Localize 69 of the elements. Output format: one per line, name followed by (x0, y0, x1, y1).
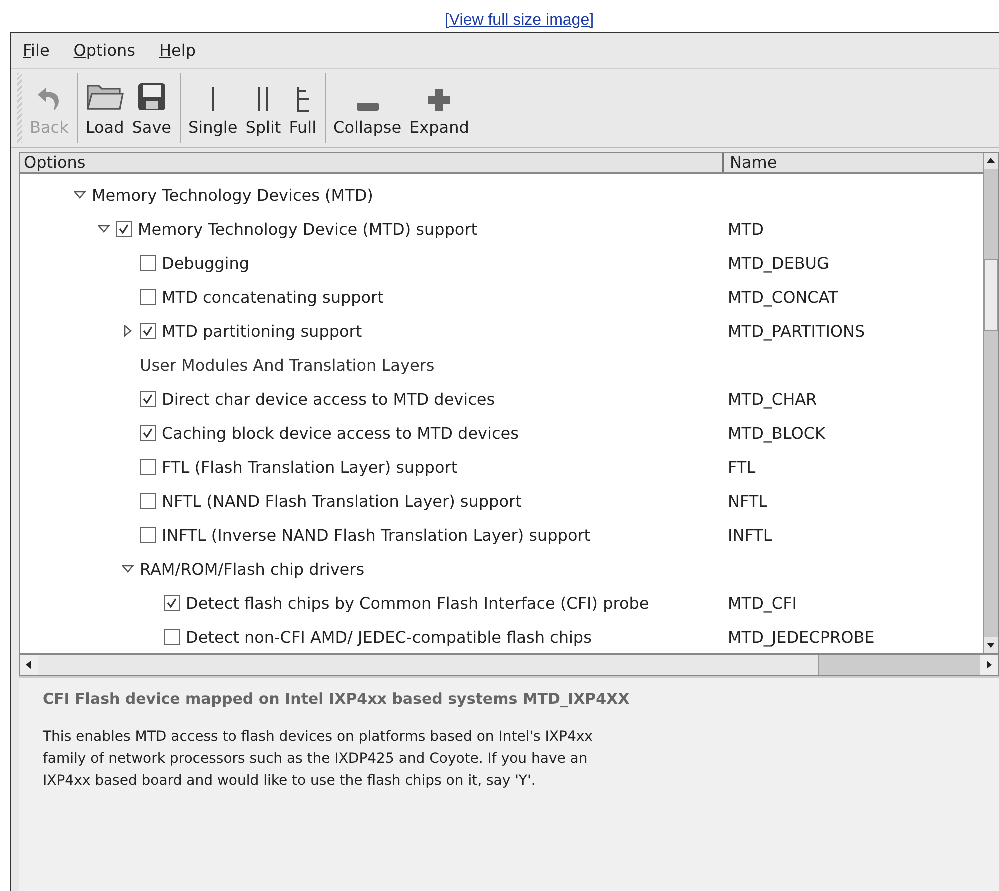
symbol-name: MTD_DEBUG (728, 254, 830, 272)
toolbar-button[interactable]: Expand (406, 73, 474, 143)
menu-item[interactable]: File (23, 41, 50, 60)
checkbox[interactable] (164, 629, 180, 645)
vertical-scrollbar[interactable] (983, 153, 998, 653)
expanded-triangle-icon[interactable] (122, 563, 134, 575)
toolbar-button[interactable]: Collapse (330, 73, 406, 143)
checkbox[interactable] (140, 527, 156, 543)
option-label: Caching block device access to MTD devices (162, 424, 519, 442)
option-label: MTD concatenating support (162, 288, 384, 306)
scroll-down-icon[interactable] (984, 637, 998, 653)
option-label: MTD partitioning support (162, 322, 362, 340)
checkbox[interactable] (140, 289, 156, 305)
checkbox[interactable] (140, 255, 156, 271)
symbol-name: MTD_PARTITIONS (728, 322, 866, 340)
symbol-name: MTD_BLOCK (728, 424, 826, 442)
menu-item[interactable]: Options (74, 41, 136, 60)
group-label: Memory Technology Devices (MTD) (92, 186, 374, 204)
scroll-up-icon[interactable] (984, 153, 998, 169)
symbol-name: MTD_CHAR (728, 390, 818, 408)
checkbox[interactable] (140, 493, 156, 509)
checkbox[interactable] (140, 425, 156, 441)
symbol-name: MTD_CFI (728, 594, 797, 612)
option-label: NFTL (NAND Flash Translation Layer) support (162, 492, 522, 510)
expanded-triangle-icon[interactable] (98, 223, 110, 235)
checkbox[interactable] (116, 221, 132, 237)
option-label: INFTL (Inverse NAND Flash Translation Layer) support (162, 526, 591, 544)
checkbox[interactable] (140, 459, 156, 475)
menu-item[interactable]: Help (160, 41, 196, 60)
toolbar-button[interactable]: Load (82, 73, 128, 143)
symbol-name: FTL (728, 458, 756, 476)
group-label: RAM/ROM/Flash chip drivers (140, 560, 365, 578)
tree-lines-icon (296, 86, 310, 112)
toolbar-button[interactable]: Split (242, 73, 286, 143)
symbol-name: MTD_CONCAT (728, 288, 838, 306)
collapsed-triangle-icon[interactable] (122, 325, 134, 337)
folder-icon (86, 82, 124, 112)
toolbar-button[interactable]: Save (128, 73, 176, 143)
scroll-thumb[interactable] (38, 655, 819, 675)
section-label: User Modules And Translation Layers (140, 356, 435, 374)
expanded-triangle-icon[interactable] (74, 189, 86, 201)
scroll-left-icon[interactable] (20, 655, 38, 675)
double-bar-icon (256, 86, 270, 112)
help-text: This enables MTD access to flash devices on platforms based on Intel's IXP4xx family of network processors such as the IXDP425 and Coyote. If you have an IXP4xx based board and would like to use the flash chips on it, say 'Y'. (43, 728, 594, 791)
checkbox[interactable] (164, 595, 180, 611)
option-label: Detect flash chips by Common Flash Interface (CFI) probe (186, 594, 650, 612)
column-header[interactable]: Name (724, 153, 983, 172)
option-label: Direct char device access to MTD devices (162, 390, 496, 408)
toolbar-button[interactable]: Full (285, 73, 321, 143)
view-full-size-link[interactable]: [View full size image] (444, 12, 594, 30)
column-header[interactable]: Options (20, 153, 724, 172)
symbol-name: INFTL (728, 526, 772, 544)
checkbox[interactable] (140, 391, 156, 407)
horizontal-scrollbar[interactable] (19, 654, 999, 676)
option-label: FTL (Flash Translation Layer) support (162, 458, 458, 476)
option-label: Debugging (162, 254, 250, 272)
scroll-thumb[interactable] (984, 259, 998, 331)
checkbox[interactable] (140, 323, 156, 339)
symbol-name: MTD (728, 220, 764, 238)
option-label: Memory Technology Device (MTD) support (138, 220, 478, 238)
scroll-right-icon[interactable] (980, 655, 998, 675)
back-arrow-icon (37, 86, 62, 112)
toolbar-button[interactable]: Single (184, 73, 242, 143)
plus-icon (427, 88, 452, 112)
help-title: CFI Flash device mapped on Intel IXP4xx based systems MTD_IXP4XX (43, 690, 631, 708)
symbol-name: NFTL (728, 492, 768, 510)
minus-icon (356, 102, 380, 112)
option-label: Detect non-CFI AMD/ JEDEC-compatible flash chips (186, 628, 592, 646)
symbol-name: MTD_JEDECPROBE (728, 628, 875, 646)
